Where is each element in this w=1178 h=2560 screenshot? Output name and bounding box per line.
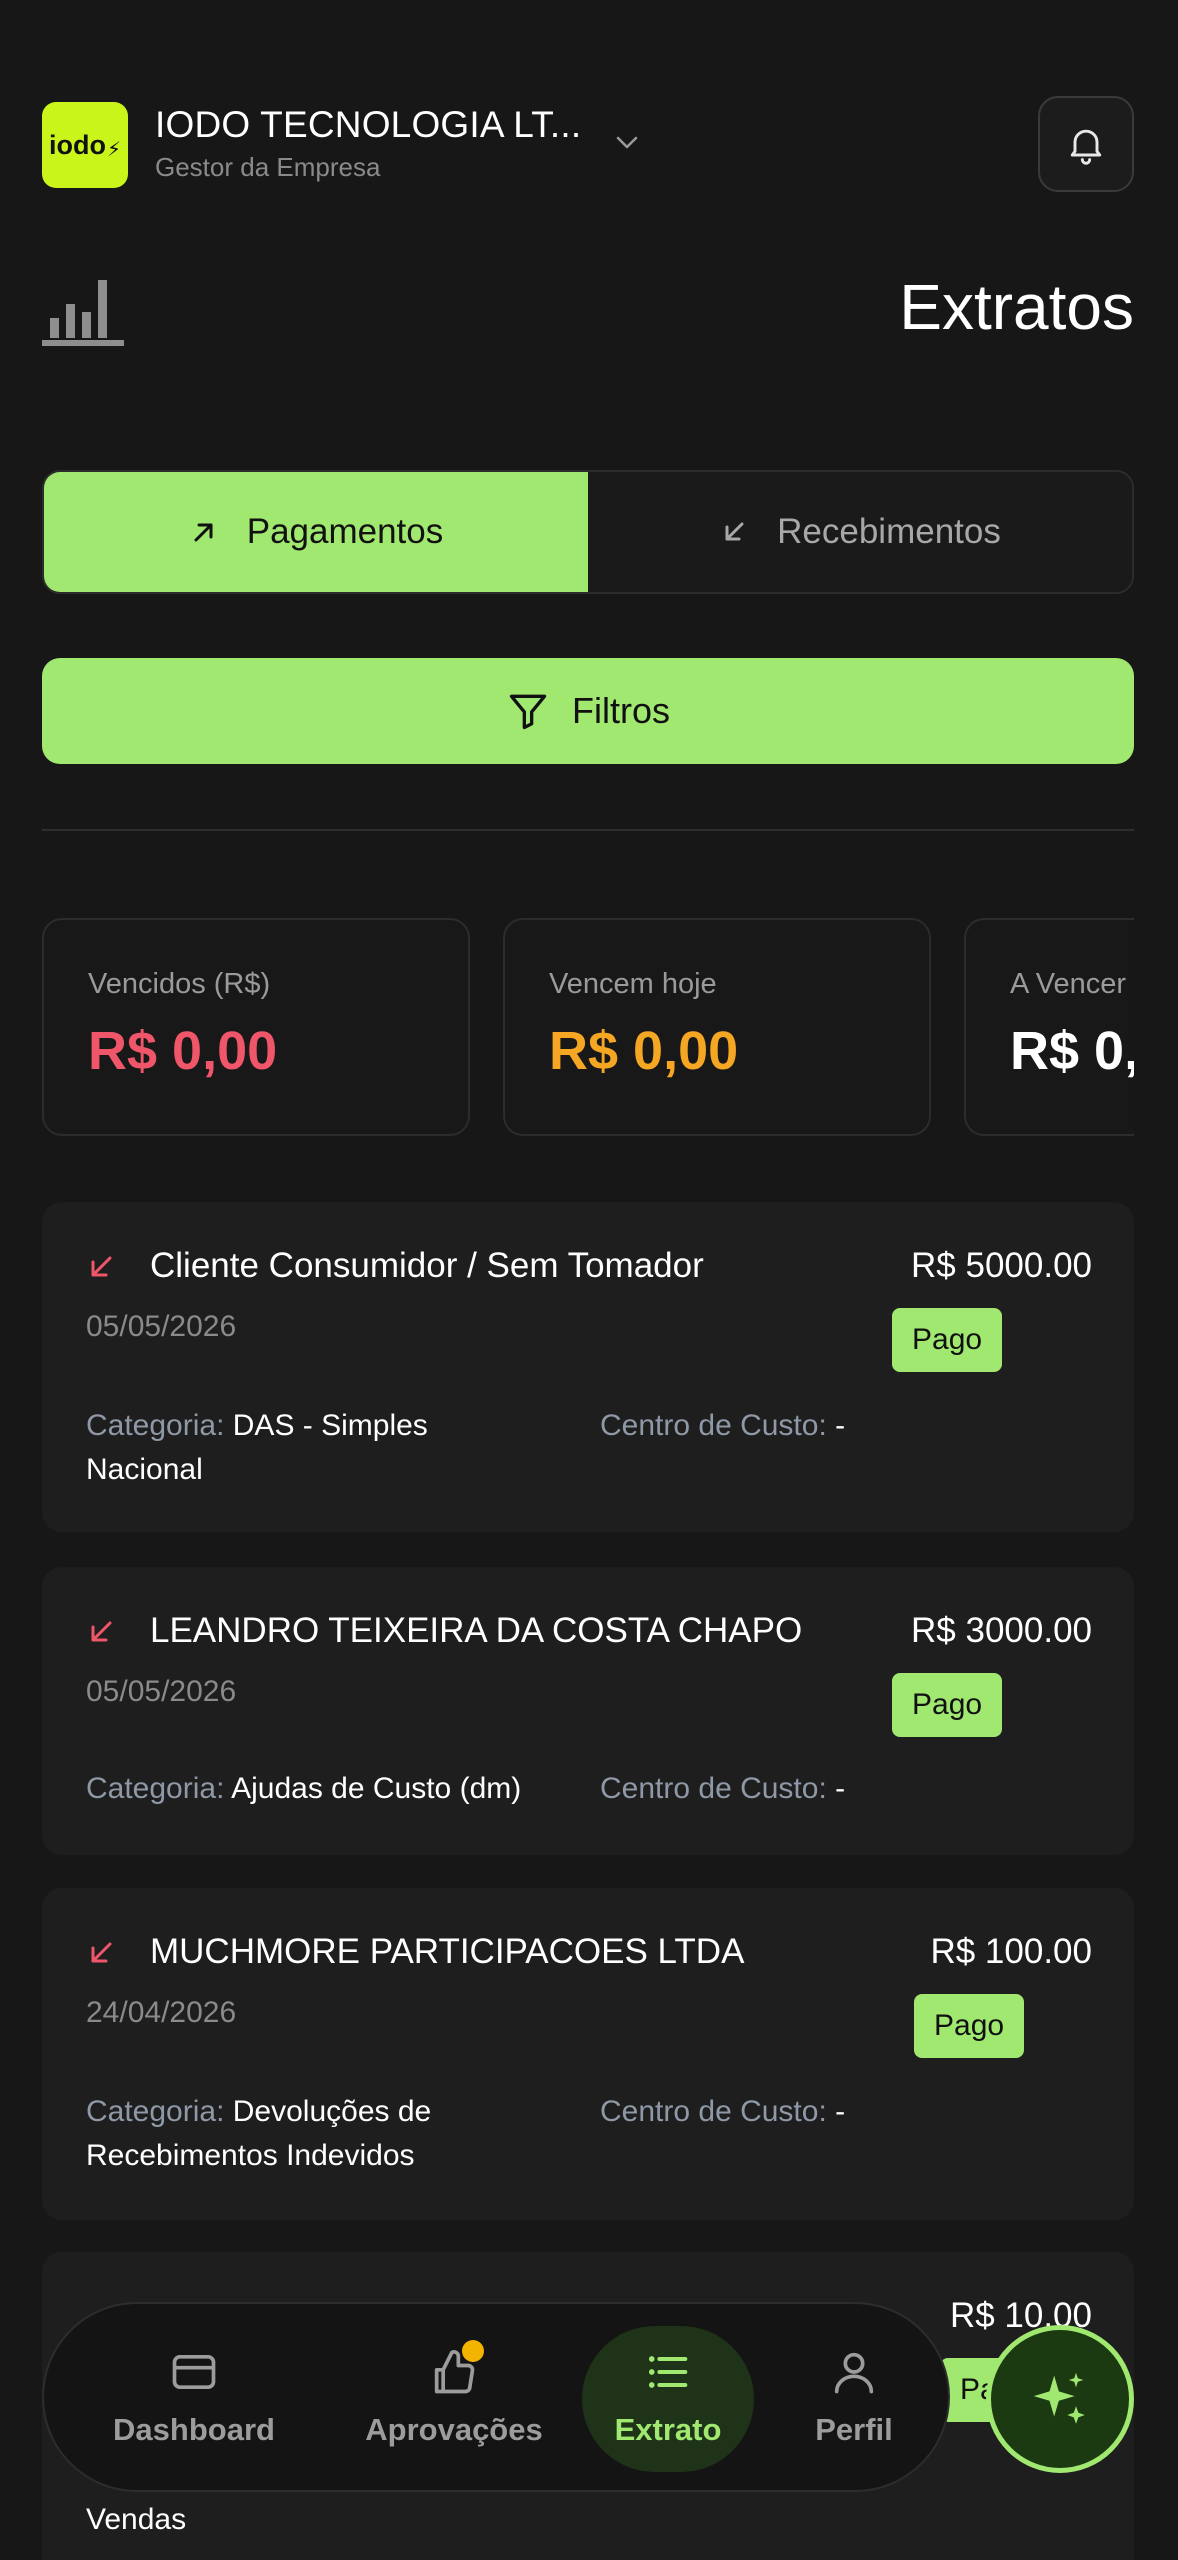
transaction-date: 05/05/2026 [86,1675,237,1708]
nav-aprovacoes[interactable]: Aprovações [344,2304,564,2490]
status-badge: Pago [892,1308,1003,1372]
sparkles-icon [1033,2372,1085,2424]
status-badge: Pago [892,1673,1003,1737]
company-name[interactable]: IODO TECNOLOGIA LT... [155,104,581,146]
tab-label: Pagamentos [246,512,444,551]
nav-label: Extrato [614,2412,722,2447]
transaction-category: Categoria: Devoluções de Recebimentos In… [86,2090,516,2178]
page-title: Extratos [899,271,1134,343]
cost-center-value: - [835,1772,846,1805]
nav-dashboard[interactable]: Dashboard [94,2304,294,2490]
arrow-down-left-icon [725,522,744,541]
tab-pagamentos[interactable]: Pagamentos [44,472,588,592]
category-label: Categoria: [86,1409,225,1442]
notifications-button[interactable] [1038,96,1134,192]
transaction-name: LEANDRO TEIXEIRA DA COSTA CHAPO [150,1611,803,1650]
transaction-card[interactable]: MUCHMORE PARTICIPACOES LTDA 24/04/2026 R… [42,1888,1134,2220]
nav-extrato[interactable]: Extrato [582,2304,754,2490]
filters-label: Filtros [572,690,670,731]
payment-type-tabs: Pagamentos Recebimentos [42,470,1134,594]
transaction-cost-center: Centro de Custo: - [600,1767,845,1811]
nav-perfil[interactable]: Perfil [784,2304,924,2490]
company-logo: iodo ⚡ [42,102,128,188]
user-icon [834,2352,874,2394]
cost-center-label: Centro de Custo: [600,2095,827,2128]
transaction-name: MUCHMORE PARTICIPACOES LTDA [150,1932,745,1971]
transaction-category-tail: Vendas [86,2503,187,2536]
summary-card-overdue: Vencidos (R$) R$ 0,00 [42,918,470,1136]
nav-label: Dashboard [113,2412,275,2447]
summary-label: A Vencer [1010,968,1127,1000]
card-icon [172,2354,216,2390]
summary-carousel[interactable]: Vencidos (R$) R$ 0,00 Vencem hoje R$ 0,0… [0,900,1134,1160]
cost-center-value: - [835,1409,846,1442]
transaction-amount: R$ 100.00 [930,1932,1092,1971]
transaction-category: Categoria: Ajudas de Custo (dm) [86,1767,606,1811]
summary-value: R$ 0,00 [1010,1021,1134,1081]
summary-label: Vencem hoje [549,968,717,1000]
cost-center-value: - [835,2095,846,2128]
summary-card-due-today: Vencem hoje R$ 0,00 [503,918,931,1136]
company-role: Gestor da Empresa [155,152,381,182]
cost-center-label: Centro de Custo: [600,1409,827,1442]
bell-icon [1070,129,1102,165]
cost-center-label: Centro de Custo: [600,1772,827,1805]
transaction-date: 24/04/2026 [86,1996,237,2029]
transaction-category: Categoria: DAS - Simples Nacional [86,1404,516,1492]
tab-recebimentos[interactable]: Recebimentos [588,472,1132,592]
transaction-card[interactable]: LEANDRO TEIXEIRA DA COSTA CHAPO 05/05/20… [42,1567,1134,1855]
filter-icon [509,694,547,730]
divider [42,829,1134,831]
summary-card-upcoming: A Vencer R$ 0,00 [964,918,1134,1136]
transaction-amount: R$ 3000.00 [911,1611,1092,1650]
tab-label: Recebimentos [777,512,1001,551]
status-badge: Pago [914,1994,1025,2058]
arrow-down-left-icon [91,1942,112,1963]
category-value: Ajudas de Custo (dm) [231,1772,522,1805]
category-label: Categoria: [86,1772,225,1805]
filters-button[interactable]: Filtros [42,658,1134,764]
transaction-cost-center: Centro de Custo: - [600,2090,845,2134]
bolt-icon: ⚡ [106,138,122,161]
transaction-name: Cliente Consumidor / Sem Tomador [150,1246,704,1285]
arrow-down-left-icon [91,1621,112,1642]
arrow-up-right-icon [194,523,213,542]
ai-assistant-button[interactable] [986,2325,1134,2473]
nav-label: Perfil [815,2412,893,2447]
category-label: Categoria: [86,2095,225,2128]
nav-label: Aprovações [365,2412,543,2447]
transaction-card[interactable]: Cliente Consumidor / Sem Tomador 05/05/2… [42,1202,1134,1532]
transaction-amount: R$ 5000.00 [911,1246,1092,1285]
summary-label: Vencidos (R$) [88,968,271,1000]
arrow-down-left-icon [91,1256,112,1277]
bar-chart-icon[interactable] [42,276,124,348]
logo-text: iodo [48,129,106,160]
bottom-nav: Dashboard Aprovações Extrato Perfil [42,2302,950,2492]
list-icon [648,2356,688,2388]
notification-dot [462,2340,484,2362]
summary-value: R$ 0,00 [549,1021,739,1081]
chevron-down-icon[interactable] [610,126,644,160]
summary-value: R$ 0,00 [88,1021,278,1081]
transaction-cost-center: Centro de Custo: - [600,1404,845,1448]
transaction-date: 05/05/2026 [86,1310,237,1343]
